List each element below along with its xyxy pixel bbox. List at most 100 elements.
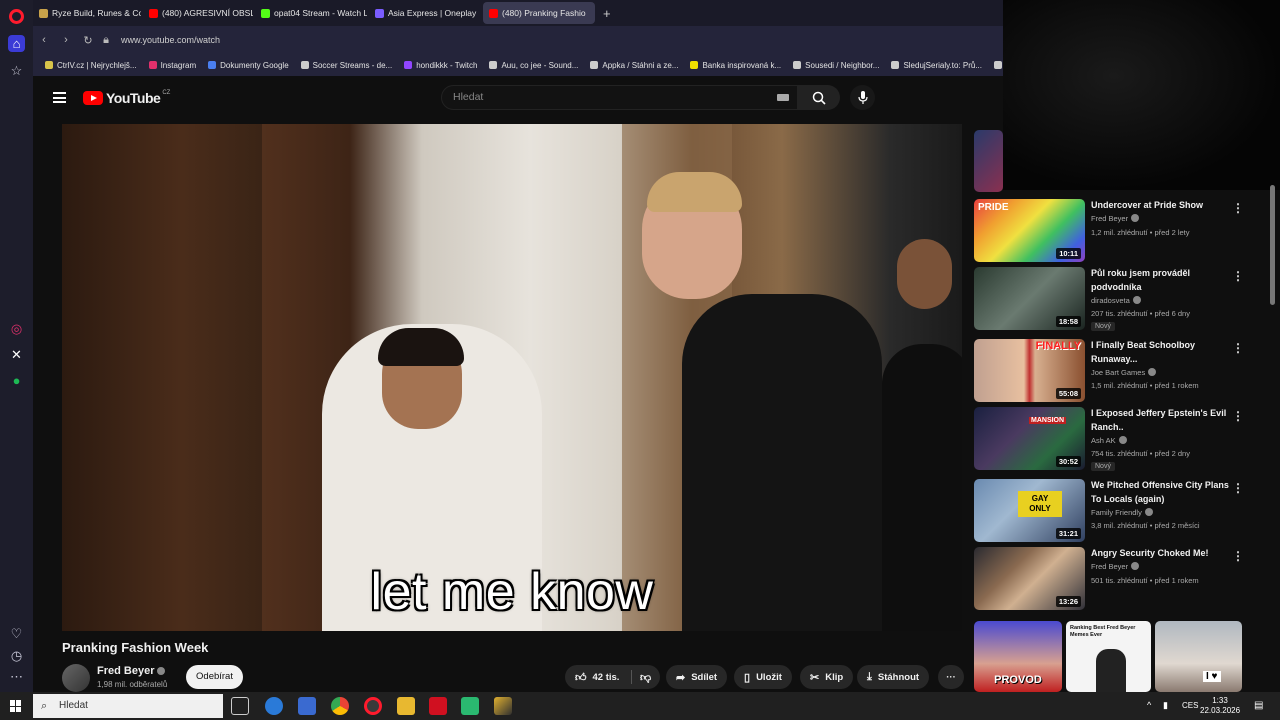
- thumbs-down-icon: 👎︎: [640, 671, 652, 684]
- search-icon: [812, 91, 826, 105]
- video-duration: 10:11: [1056, 248, 1081, 259]
- app-icon[interactable]: [494, 697, 512, 715]
- tab[interactable]: Asia Express | Oneplay: [369, 2, 481, 24]
- short-thumbnail[interactable]: PROVOD: [974, 621, 1062, 692]
- more-options-icon[interactable]: ⋮: [1232, 341, 1244, 355]
- recommendation-item[interactable]: 18:58 Půl roku jsem prováděl podvodníka …: [974, 267, 1244, 331]
- store-icon[interactable]: [298, 697, 316, 715]
- clip-button[interactable]: ✂ Klip: [800, 665, 854, 689]
- taskbar-search-input[interactable]: ⌕ Hledat: [33, 694, 223, 718]
- more-options-icon[interactable]: ⋮: [1232, 409, 1244, 423]
- bookmark[interactable]: Soccer Streams - de...: [300, 61, 392, 70]
- short-thumbnail[interactable]: I ♥: [1155, 621, 1242, 692]
- home-icon[interactable]: ⌂: [8, 35, 25, 52]
- thumbnail-text: GAY ONLY: [1018, 491, 1062, 517]
- menu-hamburger-icon[interactable]: [53, 92, 66, 103]
- bookmark[interactable]: SledujSerialy.to: Prů...: [891, 61, 982, 70]
- recommendation-item[interactable]: PRIDE 10:11 Undercover at Pride Show Fre…: [974, 199, 1244, 263]
- tab-label: opat04 Stream - Watch Li: [274, 8, 367, 18]
- channel-name[interactable]: Fred Beyer: [97, 665, 166, 677]
- more-options-icon[interactable]: ⋮: [1232, 549, 1244, 563]
- channel-name: Ash AK: [1091, 436, 1127, 445]
- new-tab-button[interactable]: +: [603, 6, 611, 21]
- recommendation-item[interactable]: FINALLY 55:08 I Finally Beat Schoolboy R…: [974, 339, 1244, 403]
- dislike-button[interactable]: 👎︎: [632, 665, 659, 689]
- video-thumbnail: FINALLY 55:08: [974, 339, 1085, 402]
- channel-name-text: Fred Beyer: [97, 665, 155, 677]
- search-button[interactable]: [798, 85, 840, 110]
- edge-icon[interactable]: [265, 697, 283, 715]
- url-field[interactable]: www.youtube.com/watch: [121, 35, 220, 45]
- verified-icon: [1144, 508, 1153, 516]
- tab[interactable]: (480) AGRESIVNÍ OBSLUH: [143, 2, 253, 24]
- opera-icon[interactable]: [364, 697, 382, 715]
- voice-search-button[interactable]: [850, 85, 875, 110]
- notifications-icon[interactable]: ▤: [1254, 700, 1263, 711]
- bookmark-label: Auu, co jee - Sound...: [501, 60, 579, 70]
- search-input[interactable]: Hledat: [441, 85, 798, 110]
- favorites-heart-icon[interactable]: ♡: [8, 625, 25, 642]
- like-button[interactable]: 👍︎ 42 tis.: [565, 665, 629, 689]
- tab[interactable]: opat04 Stream - Watch Li: [255, 2, 367, 24]
- reload-icon[interactable]: ↻: [77, 34, 99, 47]
- tray-chevron-icon[interactable]: ^: [1147, 700, 1151, 710]
- bookmark[interactable]: Dokumenty Google: [208, 61, 289, 70]
- bookmark-label: SledujSerialy.to: Prů...: [903, 60, 982, 70]
- app-icon[interactable]: [429, 697, 447, 715]
- youtube-logo[interactable]: YouTube CZ: [83, 90, 170, 106]
- bookmark[interactable]: Auu, co jee - Sound...: [489, 61, 578, 70]
- tab[interactable]: Ryze Build, Runes & Coun: [33, 2, 141, 24]
- share-label: Sdílet: [691, 671, 718, 683]
- recommendation-item[interactable]: GAY ONLY 31:21 We Pitched Offensive City…: [974, 479, 1244, 543]
- tab-active[interactable]: (480) Pranking Fashio: [483, 2, 595, 24]
- chrome-icon[interactable]: [331, 697, 349, 715]
- download-button[interactable]: ⤓ Stáhnout: [857, 665, 930, 689]
- instagram-icon[interactable]: ◎: [8, 320, 25, 337]
- file-explorer-icon[interactable]: [397, 697, 415, 715]
- share-button[interactable]: ➦ Sdílet: [666, 665, 728, 689]
- more-options-icon[interactable]: ⋮: [1232, 269, 1244, 283]
- clock[interactable]: 1:33 22.03.2026: [1200, 696, 1240, 716]
- spotify-icon[interactable]: ●: [8, 372, 25, 389]
- recommendation-item[interactable]: MANSION 30:52 I Exposed Jeffery Epstein'…: [974, 407, 1244, 471]
- more-options-icon[interactable]: ⋮: [1232, 201, 1244, 215]
- more-actions-button[interactable]: ···: [938, 665, 964, 689]
- bookmark[interactable]: Ne: [994, 61, 1003, 70]
- more-dots-icon[interactable]: ⋯: [8, 668, 25, 685]
- microphone-icon: [857, 90, 868, 104]
- task-view-icon[interactable]: [231, 697, 249, 715]
- short-thumbnail[interactable]: Ranking Best Fred Beyer Memes Ever: [1066, 621, 1151, 692]
- channel-avatar[interactable]: [62, 664, 90, 692]
- x-twitter-icon[interactable]: ✕: [8, 346, 25, 363]
- network-icon[interactable]: ▮: [1163, 700, 1168, 711]
- video-frame-figure: [897, 239, 952, 309]
- bookmark[interactable]: Banka inspirovaná k...: [690, 61, 781, 70]
- forward-arrow-icon[interactable]: ›: [55, 34, 77, 46]
- video-player[interactable]: let me know: [62, 124, 962, 631]
- scrollbar[interactable]: [1270, 185, 1275, 305]
- bookmark[interactable]: Instagram: [148, 61, 196, 70]
- history-clock-icon[interactable]: ◷: [8, 647, 25, 664]
- bookmark[interactable]: CtrlV.cz | Nejrychlejš...: [45, 61, 137, 70]
- bookmark[interactable]: Appka / Stáhni a ze...: [590, 61, 678, 70]
- recommendation-partial[interactable]: [974, 130, 1244, 192]
- windows-start-icon[interactable]: [10, 700, 22, 712]
- app-icon[interactable]: [461, 697, 479, 715]
- more-options-icon[interactable]: ⋮: [1232, 481, 1244, 495]
- region-code: CZ: [162, 90, 171, 96]
- bookmark[interactable]: hondikkk - Twitch: [404, 61, 477, 70]
- keyboard-icon[interactable]: [777, 94, 789, 101]
- subscribe-button[interactable]: Odebírat: [186, 665, 243, 689]
- bookmark[interactable]: Sousedi / Neighbor...: [793, 61, 879, 70]
- channel-name: Family Friendly: [1091, 508, 1153, 517]
- channel-name: Joe Bart Games: [1091, 368, 1157, 377]
- back-arrow-icon[interactable]: ‹: [33, 34, 55, 46]
- recommendation-item[interactable]: 13:26 Angry Security Choked Me! Fred Bey…: [974, 547, 1244, 611]
- clock-time: 1:33: [1212, 696, 1228, 705]
- language-indicator[interactable]: CES: [1182, 701, 1198, 710]
- opera-logo-icon[interactable]: [9, 9, 24, 24]
- pinboard-icon[interactable]: ☆: [8, 62, 25, 79]
- bookmark-label: Banka inspirovaná k...: [702, 60, 782, 70]
- youtube-play-icon: [83, 91, 103, 105]
- save-button[interactable]: ▯ Uložit: [734, 665, 792, 689]
